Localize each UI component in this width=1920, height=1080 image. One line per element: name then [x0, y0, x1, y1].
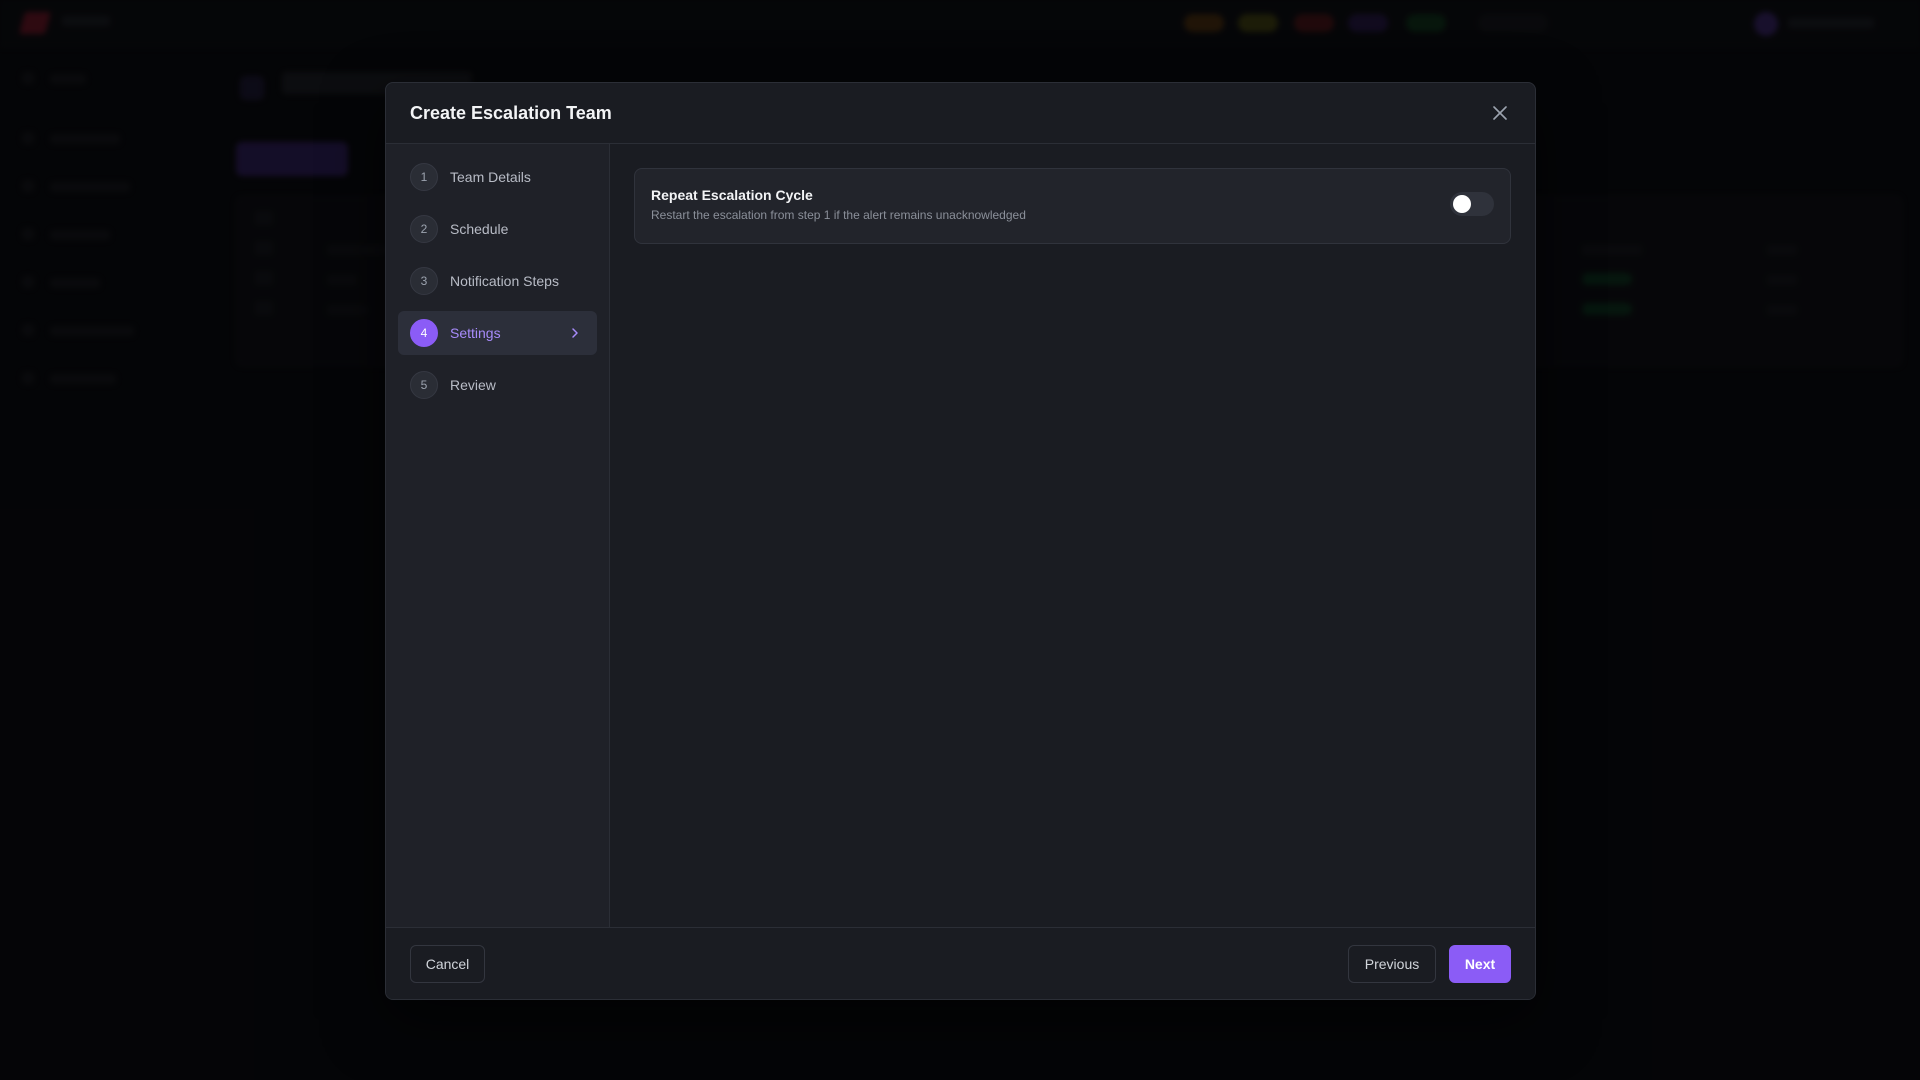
step-settings[interactable]: 4 Settings	[398, 311, 597, 355]
step-label: Settings	[450, 325, 501, 341]
setting-title: Repeat Escalation Cycle	[651, 187, 813, 203]
wizard-steps: 1 Team Details 2 Schedule 3 Notification…	[386, 144, 610, 927]
step-label: Team Details	[450, 169, 531, 185]
modal-footer: Cancel Previous Next	[386, 927, 1535, 999]
repeat-escalation-toggle[interactable]	[1450, 192, 1494, 216]
step-label: Schedule	[450, 221, 509, 237]
previous-button[interactable]: Previous	[1348, 945, 1436, 983]
close-button[interactable]	[1489, 102, 1511, 124]
create-escalation-team-modal: Create Escalation Team 1 Team Details 2 …	[385, 82, 1536, 1000]
setting-description: Restart the escalation from step 1 if th…	[651, 208, 1026, 222]
chevron-right-icon	[572, 328, 578, 338]
next-button[interactable]: Next	[1449, 945, 1511, 983]
cancel-button[interactable]: Cancel	[410, 945, 485, 983]
step-number: 5	[410, 371, 438, 399]
step-label: Review	[450, 377, 496, 393]
step-number: 1	[410, 163, 438, 191]
step-content: Repeat Escalation Cycle Restart the esca…	[610, 144, 1535, 927]
step-team-details[interactable]: 1 Team Details	[398, 155, 597, 199]
toggle-knob	[1453, 195, 1471, 213]
repeat-escalation-setting: Repeat Escalation Cycle Restart the esca…	[634, 168, 1511, 244]
step-number: 4	[410, 319, 438, 347]
step-review[interactable]: 5 Review	[398, 363, 597, 407]
modal-title: Create Escalation Team	[410, 102, 612, 123]
step-notification-steps[interactable]: 3 Notification Steps	[398, 259, 597, 303]
step-number: 3	[410, 267, 438, 295]
step-label: Notification Steps	[450, 273, 559, 289]
close-icon	[1493, 106, 1507, 120]
step-number: 2	[410, 215, 438, 243]
step-schedule[interactable]: 2 Schedule	[398, 207, 597, 251]
modal-header: Create Escalation Team	[386, 83, 1535, 144]
